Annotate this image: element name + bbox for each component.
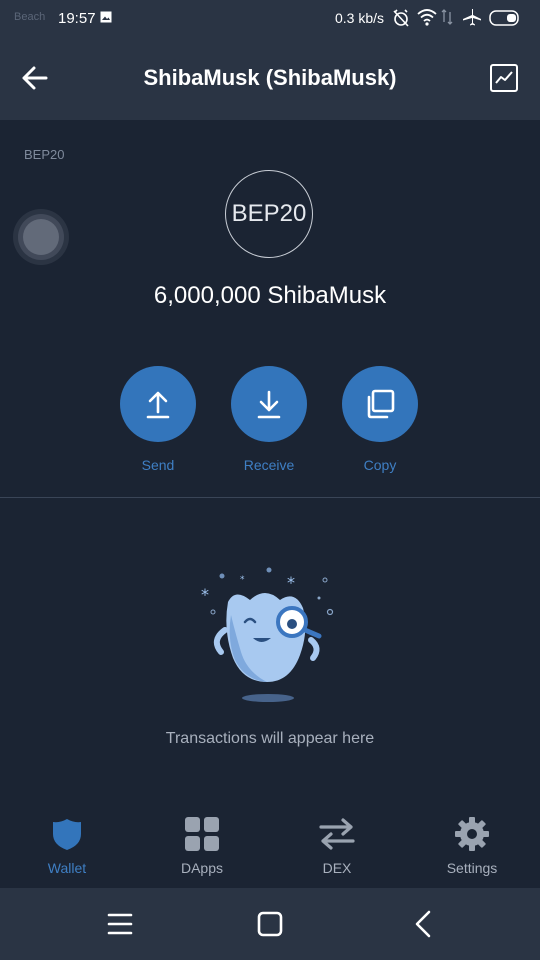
empty-transactions-message: Transactions will appear here bbox=[165, 730, 375, 747]
image-notification-icon bbox=[100, 11, 112, 23]
tab-settings[interactable]: Settings bbox=[417, 814, 527, 876]
send-button[interactable]: Send bbox=[118, 366, 198, 473]
menu-icon[interactable] bbox=[102, 906, 138, 942]
download-arrow-icon bbox=[257, 390, 281, 419]
empty-transactions-illustration: * * * bbox=[201, 567, 334, 702]
token-balance: 6,000,000 ShibaMusk bbox=[153, 282, 387, 309]
receive-circle[interactable] bbox=[231, 366, 307, 442]
tab-wallet[interactable]: Wallet bbox=[12, 814, 122, 876]
shield-icon bbox=[53, 819, 81, 850]
status-bar: Beach 19:57 0.3 kb/s bbox=[0, 0, 540, 36]
page-title: ShibaMusk (ShibaMusk) bbox=[143, 65, 397, 90]
svg-text:*: * bbox=[287, 573, 295, 592]
bottom-tab-bar: Wallet DApps DEX Settings bbox=[0, 800, 540, 888]
copy-button[interactable]: Copy bbox=[340, 366, 420, 473]
section-divider bbox=[0, 497, 540, 498]
app-bar: ShibaMusk (ShibaMusk) bbox=[0, 36, 540, 120]
copy-label: Copy bbox=[363, 457, 397, 473]
tab-dex-label: DEX bbox=[322, 860, 352, 876]
home-square-icon[interactable] bbox=[252, 906, 288, 942]
receive-label: Receive bbox=[243, 457, 295, 473]
data-arrows-icon bbox=[441, 9, 453, 25]
tab-dex[interactable]: DEX bbox=[282, 814, 392, 876]
tab-settings-label: Settings bbox=[446, 860, 498, 876]
grid-icon bbox=[185, 817, 219, 851]
receive-button[interactable]: Receive bbox=[229, 366, 309, 473]
svg-text:*: * bbox=[201, 585, 209, 604]
swap-arrows-icon bbox=[319, 818, 355, 850]
copy-icon bbox=[367, 389, 395, 419]
tab-dapps-label: DApps bbox=[180, 860, 224, 876]
upload-arrow-icon bbox=[146, 391, 170, 419]
tab-dapps[interactable]: DApps bbox=[147, 814, 257, 876]
carrier-label: Beach bbox=[14, 11, 46, 23]
send-circle[interactable] bbox=[120, 366, 196, 442]
system-nav-bar bbox=[0, 888, 540, 960]
copy-circle[interactable] bbox=[342, 366, 418, 442]
send-label: Send bbox=[141, 457, 175, 473]
battery-icon bbox=[489, 10, 519, 26]
wifi-icon bbox=[417, 9, 437, 26]
token-logo: BEP20 bbox=[225, 170, 313, 258]
price-chart-icon[interactable] bbox=[488, 62, 520, 94]
token-logo-text: BEP20 bbox=[231, 200, 307, 227]
airplane-mode-icon bbox=[463, 9, 481, 26]
status-time: 19:57 bbox=[58, 10, 96, 27]
tab-wallet-label: Wallet bbox=[47, 860, 87, 876]
network-speed: 0.3 kb/s bbox=[335, 10, 385, 26]
alarm-off-icon bbox=[393, 9, 409, 27]
back-chevron-icon[interactable] bbox=[406, 906, 442, 942]
svg-text:*: * bbox=[240, 575, 245, 585]
network-tag: BEP20 bbox=[24, 147, 65, 162]
gear-icon bbox=[455, 817, 489, 851]
decorative-blob-icon bbox=[13, 209, 69, 265]
